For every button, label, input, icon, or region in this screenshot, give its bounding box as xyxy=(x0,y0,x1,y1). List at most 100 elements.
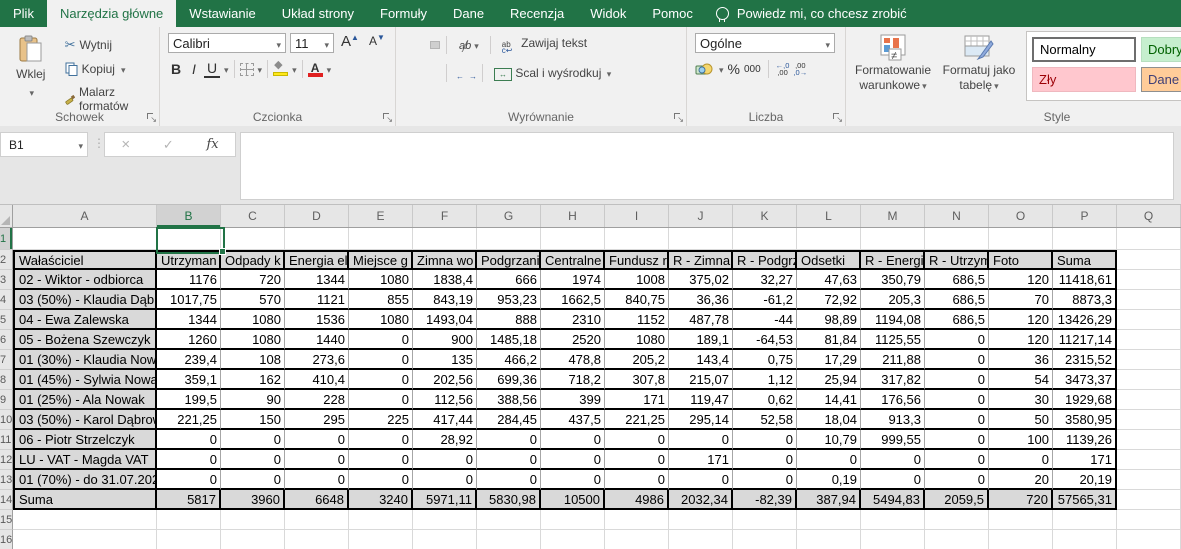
cut-button[interactable]: Wytnij xyxy=(60,34,155,56)
cell-K14[interactable]: -82,39 xyxy=(733,490,797,510)
cell-N13[interactable]: 0 xyxy=(925,470,989,490)
underline-button[interactable]: U xyxy=(204,60,220,78)
merge-center-button[interactable]: ↔ Scal i wyśrodkuj xyxy=(489,62,616,85)
align-top-button[interactable] xyxy=(404,41,414,49)
cell-E12[interactable]: 0 xyxy=(349,450,413,470)
cell-C15[interactable] xyxy=(221,510,285,530)
copy-button[interactable]: Kopiuj xyxy=(60,59,155,79)
enter-button[interactable]: ✓ xyxy=(163,137,174,153)
cell-G2[interactable]: Podgrzani xyxy=(477,250,541,270)
cell-D10[interactable]: 295 xyxy=(285,410,349,430)
cell-P15[interactable] xyxy=(1053,510,1117,530)
cell-I10[interactable]: 221,25 xyxy=(605,410,669,430)
cell-E16[interactable] xyxy=(349,530,413,549)
cell-D16[interactable] xyxy=(285,530,349,549)
cell-F1[interactable] xyxy=(413,228,477,250)
cell-I4[interactable]: 840,75 xyxy=(605,290,669,310)
cell-E1[interactable] xyxy=(349,228,413,250)
cell-F14[interactable]: 5971,11 xyxy=(413,490,477,510)
cell-K2[interactable]: R - Podgrz xyxy=(733,250,797,270)
cell-F9[interactable]: 112,56 xyxy=(413,390,477,410)
cell-B15[interactable] xyxy=(157,510,221,530)
cell-C2[interactable]: Odpady k xyxy=(221,250,285,270)
cell-J14[interactable]: 2032,34 xyxy=(669,490,733,510)
cell-G7[interactable]: 466,2 xyxy=(477,350,541,370)
cell-N8[interactable]: 0 xyxy=(925,370,989,390)
cell-N15[interactable] xyxy=(925,510,989,530)
cell-H1[interactable] xyxy=(541,228,605,250)
cell-N1[interactable] xyxy=(925,228,989,250)
cell-J9[interactable]: 119,47 xyxy=(669,390,733,410)
cell-O3[interactable]: 120 xyxy=(989,270,1053,290)
cell-I11[interactable]: 0 xyxy=(605,430,669,450)
copy-dropdown-icon[interactable] xyxy=(119,62,126,76)
cell-H9[interactable]: 399 xyxy=(541,390,605,410)
column-header-K[interactable]: K xyxy=(733,205,797,227)
formula-input[interactable] xyxy=(240,132,1174,200)
cell-A2[interactable]: Wałaściciel xyxy=(13,250,157,270)
cell-Q4[interactable] xyxy=(1117,290,1181,310)
column-header-J[interactable]: J xyxy=(669,205,733,227)
cell-H10[interactable]: 437,5 xyxy=(541,410,605,430)
cell-F10[interactable]: 417,44 xyxy=(413,410,477,430)
cell-A8[interactable]: 01 (45%) - Sylwia Nowa xyxy=(13,370,157,390)
cell-C10[interactable]: 150 xyxy=(221,410,285,430)
column-header-E[interactable]: E xyxy=(349,205,413,227)
column-header-F[interactable]: F xyxy=(413,205,477,227)
cell-C13[interactable]: 0 xyxy=(221,470,285,490)
cell-D8[interactable]: 410,4 xyxy=(285,370,349,390)
tab-plik[interactable]: Plik xyxy=(0,0,47,27)
cell-E15[interactable] xyxy=(349,510,413,530)
column-header-B[interactable]: B xyxy=(157,205,221,227)
tell-me-box[interactable]: Powiedz mi, co chcesz zrobić xyxy=(706,0,917,27)
cell-D14[interactable]: 6648 xyxy=(285,490,349,510)
cell-Q5[interactable] xyxy=(1117,310,1181,330)
tab-pomoc[interactable]: Pomoc xyxy=(639,0,705,27)
cell-L4[interactable]: 72,92 xyxy=(797,290,861,310)
cell-G12[interactable]: 0 xyxy=(477,450,541,470)
cell-I15[interactable] xyxy=(605,510,669,530)
cell-H16[interactable] xyxy=(541,530,605,549)
font-name-select[interactable]: Calibri xyxy=(168,33,286,53)
cell-I3[interactable]: 1008 xyxy=(605,270,669,290)
column-header-D[interactable]: D xyxy=(285,205,349,227)
cell-B10[interactable]: 221,25 xyxy=(157,410,221,430)
borders-dropdown-icon[interactable] xyxy=(256,62,263,76)
borders-icon[interactable] xyxy=(240,63,254,76)
cell-J8[interactable]: 215,07 xyxy=(669,370,733,390)
cell-A3[interactable]: 02 - Wiktor - odbiorca xyxy=(13,270,157,290)
cell-C7[interactable]: 108 xyxy=(221,350,285,370)
cell-F8[interactable]: 202,56 xyxy=(413,370,477,390)
cell-B2[interactable]: Utrzyman xyxy=(157,250,221,270)
cell-D13[interactable]: 0 xyxy=(285,470,349,490)
row-header-6[interactable]: 6 xyxy=(0,330,13,350)
row-header-2[interactable]: 2 xyxy=(0,250,13,270)
cell-L13[interactable]: 0,19 xyxy=(797,470,861,490)
fill-color-icon[interactable] xyxy=(273,62,288,76)
cell-K1[interactable] xyxy=(733,228,797,250)
cell-J11[interactable]: 0 xyxy=(669,430,733,450)
cell-M13[interactable]: 0 xyxy=(861,470,925,490)
cell-G11[interactable]: 0 xyxy=(477,430,541,450)
cell-B7[interactable]: 239,4 xyxy=(157,350,221,370)
cell-A11[interactable]: 06 - Piotr Strzelczyk xyxy=(13,430,157,450)
column-header-M[interactable]: M xyxy=(861,205,925,227)
cell-N3[interactable]: 686,5 xyxy=(925,270,989,290)
cell-I8[interactable]: 307,8 xyxy=(605,370,669,390)
cell-C1[interactable] xyxy=(221,228,285,250)
cell-P13[interactable]: 20,19 xyxy=(1053,470,1117,490)
cell-H7[interactable]: 478,8 xyxy=(541,350,605,370)
cell-Q14[interactable] xyxy=(1117,490,1181,510)
cell-O11[interactable]: 100 xyxy=(989,430,1053,450)
cell-H11[interactable]: 0 xyxy=(541,430,605,450)
cell-G5[interactable]: 888 xyxy=(477,310,541,330)
cell-O1[interactable] xyxy=(989,228,1053,250)
font-dialog-launcher-icon[interactable] xyxy=(382,112,392,122)
cell-Q8[interactable] xyxy=(1117,370,1181,390)
cell-B3[interactable]: 1176 xyxy=(157,270,221,290)
cell-K15[interactable] xyxy=(733,510,797,530)
name-box-dropdown-icon[interactable] xyxy=(76,138,83,152)
cell-A9[interactable]: 01 (25%) - Ala Nowak xyxy=(13,390,157,410)
percent-style-button[interactable]: % xyxy=(728,61,740,77)
cell-K11[interactable]: 0 xyxy=(733,430,797,450)
